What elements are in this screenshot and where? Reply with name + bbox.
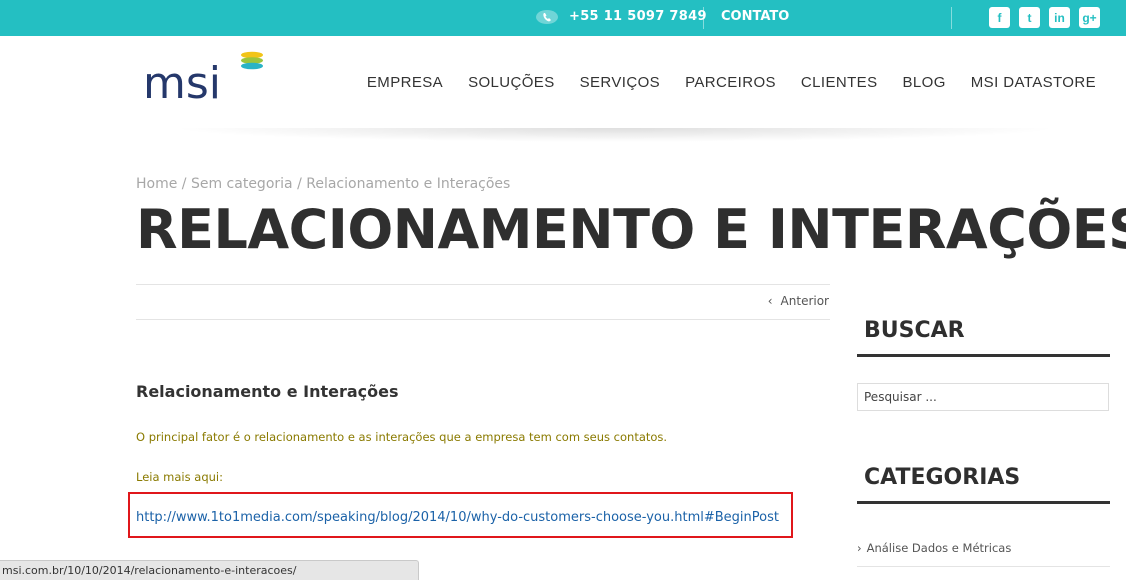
- logo-graphic: msi: [143, 51, 263, 109]
- post-paragraph: O principal fator é o relacionamento e a…: [136, 430, 668, 444]
- nav-servicos[interactable]: SERVIÇOS: [580, 74, 660, 91]
- divider: [857, 566, 1110, 567]
- google-plus-icon[interactable]: g+: [1079, 7, 1100, 28]
- breadcrumb-category[interactable]: Sem categoria: [191, 176, 293, 192]
- categories-widget-title: CATEGORIAS: [864, 465, 1021, 490]
- chevron-left-icon: ‹: [767, 294, 773, 308]
- top-bar: +55 11 5097 7849 CONTATO f t in g+: [0, 0, 1126, 36]
- chevron-right-icon: ›: [857, 541, 862, 555]
- nav-clientes[interactable]: CLIENTES: [801, 74, 878, 91]
- widget-rule: [857, 501, 1110, 504]
- msi-logo[interactable]: msi: [143, 48, 268, 109]
- previous-label: Anterior: [780, 294, 829, 308]
- main-nav: EMPRESA SOLUÇÕES SERVIÇOS PARCEIROS CLIE…: [342, 74, 1096, 91]
- breadcrumb-separator: /: [181, 176, 187, 192]
- search-widget-title: BUSCAR: [864, 318, 965, 343]
- post-title: Relacionamento e Interações: [136, 382, 399, 401]
- previous-post-link[interactable]: ‹ Anterior: [768, 294, 829, 308]
- breadcrumb-current: Relacionamento e Interações: [306, 176, 511, 192]
- contact-link[interactable]: CONTATO: [721, 9, 789, 24]
- breadcrumb: Home / Sem categoria / Relacionamento e …: [136, 176, 510, 192]
- linkedin-icon[interactable]: in: [1049, 7, 1070, 28]
- facebook-icon[interactable]: f: [989, 7, 1010, 28]
- breadcrumb-home[interactable]: Home: [136, 176, 177, 192]
- nav-msi-datastore[interactable]: MSI DATASTORE: [971, 74, 1096, 91]
- category-item[interactable]: › Análise Dados e Métricas: [857, 541, 1011, 555]
- search-input[interactable]: [857, 383, 1109, 411]
- nav-solucoes[interactable]: SOLUÇÕES: [468, 74, 555, 91]
- nav-parceiros[interactable]: PARCEIROS: [685, 74, 776, 91]
- phone-icon: [536, 10, 558, 24]
- read-more-text: Leia mais aqui:: [136, 470, 223, 484]
- twitter-icon[interactable]: t: [1019, 7, 1040, 28]
- divider: [951, 7, 952, 29]
- phone-number: +55 11 5097 7849: [569, 9, 707, 24]
- header-shadow: [170, 128, 1060, 142]
- nav-empresa[interactable]: EMPRESA: [367, 74, 443, 91]
- divider: [136, 284, 830, 285]
- nav-blog[interactable]: BLOG: [902, 74, 945, 91]
- divider: [703, 7, 704, 29]
- category-label: Análise Dados e Métricas: [866, 541, 1012, 555]
- source-link[interactable]: http://www.1to1media.com/speaking/blog/2…: [136, 510, 779, 525]
- page-title: RELACIONAMENTO E INTERAÇÕES: [136, 198, 1126, 261]
- browser-status-bar: msi.com.br/10/10/2014/relacionamento-e-i…: [0, 560, 419, 580]
- logo-text: msi: [143, 58, 221, 104]
- breadcrumb-separator: /: [297, 176, 302, 192]
- divider: [136, 319, 830, 320]
- widget-rule: [857, 354, 1110, 357]
